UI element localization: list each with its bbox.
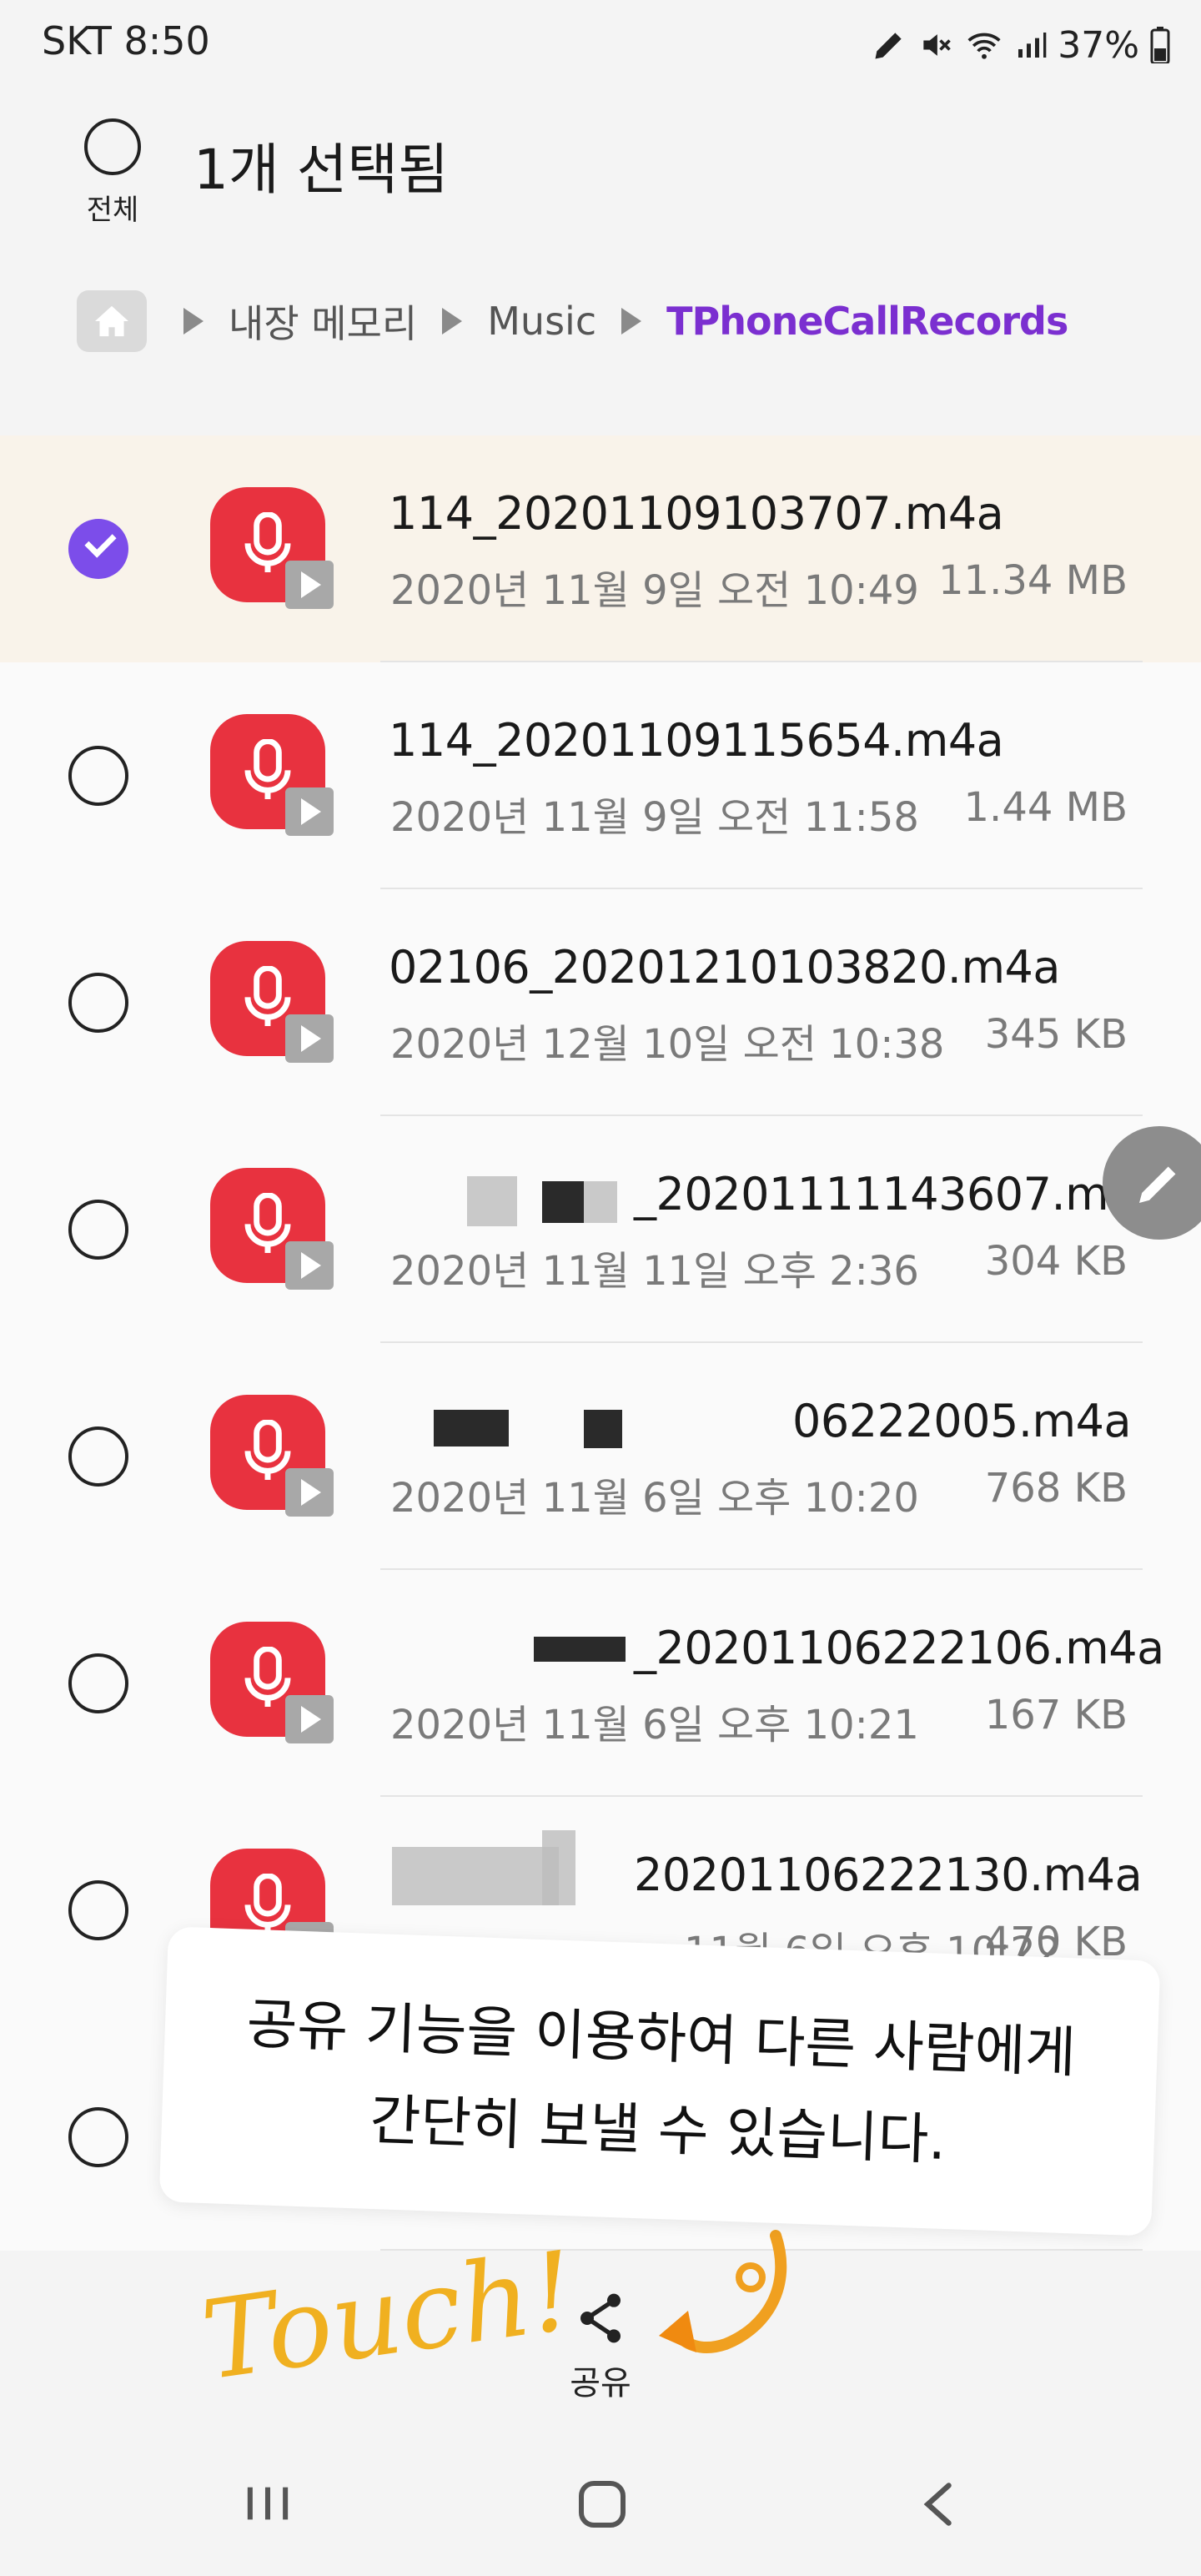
- file-size: 11.34 MB: [937, 557, 1128, 604]
- play-icon: [285, 1241, 334, 1290]
- recent-apps-button[interactable]: [244, 2483, 292, 2524]
- file-date: 2020년 11월 11일 오후 2:36: [390, 1248, 919, 1295]
- status-time: SKT 8:50: [42, 18, 210, 63]
- file-size: 345 KB: [984, 1011, 1128, 1058]
- file-row[interactable]: _20201111143607.m4a 2020년 11월 11일 오후 2:36…: [0, 1116, 1201, 1343]
- select-all-checkbox[interactable]: [84, 118, 141, 175]
- chevron-right-icon: [442, 308, 463, 335]
- row-checkbox[interactable]: [68, 746, 128, 806]
- row-checkbox[interactable]: [68, 1200, 128, 1260]
- battery-icon: [1150, 27, 1170, 63]
- file-name: 02106_20201210103820.m4a: [389, 941, 1061, 994]
- redacted-area: [584, 1181, 617, 1223]
- row-checkbox[interactable]: [68, 1880, 128, 1940]
- file-date: 2020년 11월 6일 오후 10:21: [390, 1702, 919, 1748]
- row-checkbox[interactable]: [68, 1653, 128, 1713]
- home-nav-button[interactable]: [577, 2479, 627, 2529]
- select-all-label: 전체: [86, 194, 139, 227]
- play-icon: [285, 1014, 334, 1063]
- play-icon: [285, 561, 334, 609]
- redacted-area: [584, 1410, 622, 1448]
- share-icon: [580, 2293, 621, 2343]
- wifi-icon: [967, 33, 1001, 59]
- edit-icon: [875, 33, 902, 59]
- arrow-annotation: [659, 2230, 787, 2353]
- home-button[interactable]: [77, 290, 147, 352]
- redacted-area: [534, 1637, 626, 1662]
- instruction-overlay: 공유 기능을 이용하여 다른 사람에게 간단히 보낼 수 있습니다.: [158, 1926, 1161, 2236]
- file-row[interactable]: 02106_20201210103820.m4a 2020년 12월 10일 오전…: [0, 889, 1201, 1116]
- file-name: 20201106222130.m4a: [634, 1849, 1143, 1901]
- redacted-area: [392, 1847, 559, 1905]
- redacted-area: [542, 1181, 584, 1223]
- redacted-area: [434, 1410, 509, 1446]
- redacted-area: [467, 1176, 517, 1226]
- home-icon: [95, 305, 128, 337]
- file-name: 114_20201109103707.m4a: [389, 487, 1004, 540]
- share-button[interactable]: 공유: [534, 2289, 667, 2404]
- file-name: 06222005.m4a: [792, 1395, 1132, 1447]
- play-icon: [285, 1468, 334, 1517]
- row-checkbox[interactable]: [68, 973, 128, 1033]
- play-icon: [285, 787, 334, 836]
- row-checkbox[interactable]: [68, 2107, 128, 2167]
- chevron-right-icon: [621, 308, 642, 335]
- row-checkbox[interactable]: [68, 1426, 128, 1487]
- redacted-area: [542, 1830, 575, 1905]
- page-title: 1개 선택됨: [193, 138, 449, 202]
- file-size: 167 KB: [984, 1692, 1128, 1738]
- file-size: 768 KB: [984, 1465, 1128, 1512]
- file-date: 2020년 11월 9일 오전 10:49: [390, 567, 919, 614]
- file-date: 2020년 11월 6일 오후 10:20: [390, 1475, 919, 1522]
- play-icon: [285, 1695, 334, 1743]
- breadcrumb: 내장 메모리 Music TPhoneCallRecords: [77, 288, 1068, 355]
- share-label: 공유: [570, 2364, 631, 2402]
- status-icons: 37%: [871, 20, 1171, 70]
- breadcrumb-item-internal[interactable]: 내장 메모리: [229, 294, 417, 349]
- breadcrumb-item-current[interactable]: TPhoneCallRecords: [666, 299, 1068, 344]
- file-name: 114_20201109115654.m4a: [389, 714, 1004, 767]
- file-row[interactable]: 06222005.m4a 2020년 11월 6일 오후 10:20 768 KB: [0, 1343, 1201, 1570]
- row-checkbox[interactable]: [68, 519, 128, 579]
- back-button[interactable]: [917, 2479, 959, 2529]
- signal-icon: [1018, 33, 1047, 58]
- file-name: _20201106222106.m4a: [634, 1622, 1164, 1674]
- file-row[interactable]: 114_20201109103707.m4a 2020년 11월 9일 오전 10…: [0, 435, 1201, 662]
- battery-percent: 37%: [1058, 23, 1139, 67]
- file-name: _20201111143607.m4a: [634, 1168, 1164, 1220]
- file-size: 1.44 MB: [963, 784, 1128, 831]
- file-row[interactable]: 114_20201109115654.m4a 2020년 11월 9일 오전 11…: [0, 662, 1201, 889]
- file-date: 2020년 11월 9일 오전 11:58: [390, 794, 919, 841]
- file-date: 2020년 12월 10일 오전 10:38: [390, 1021, 945, 1068]
- file-row[interactable]: _20201106222106.m4a 2020년 11월 6일 오후 10:21…: [0, 1570, 1201, 1797]
- breadcrumb-item-music[interactable]: Music: [487, 299, 596, 344]
- system-nav-bar: [0, 2436, 1201, 2576]
- select-all-toggle[interactable]: 전체: [67, 118, 158, 228]
- pencil-icon: [1139, 1166, 1176, 1203]
- mute-icon: [923, 34, 951, 56]
- file-size: 304 KB: [984, 1238, 1128, 1285]
- chevron-right-icon: [183, 308, 204, 335]
